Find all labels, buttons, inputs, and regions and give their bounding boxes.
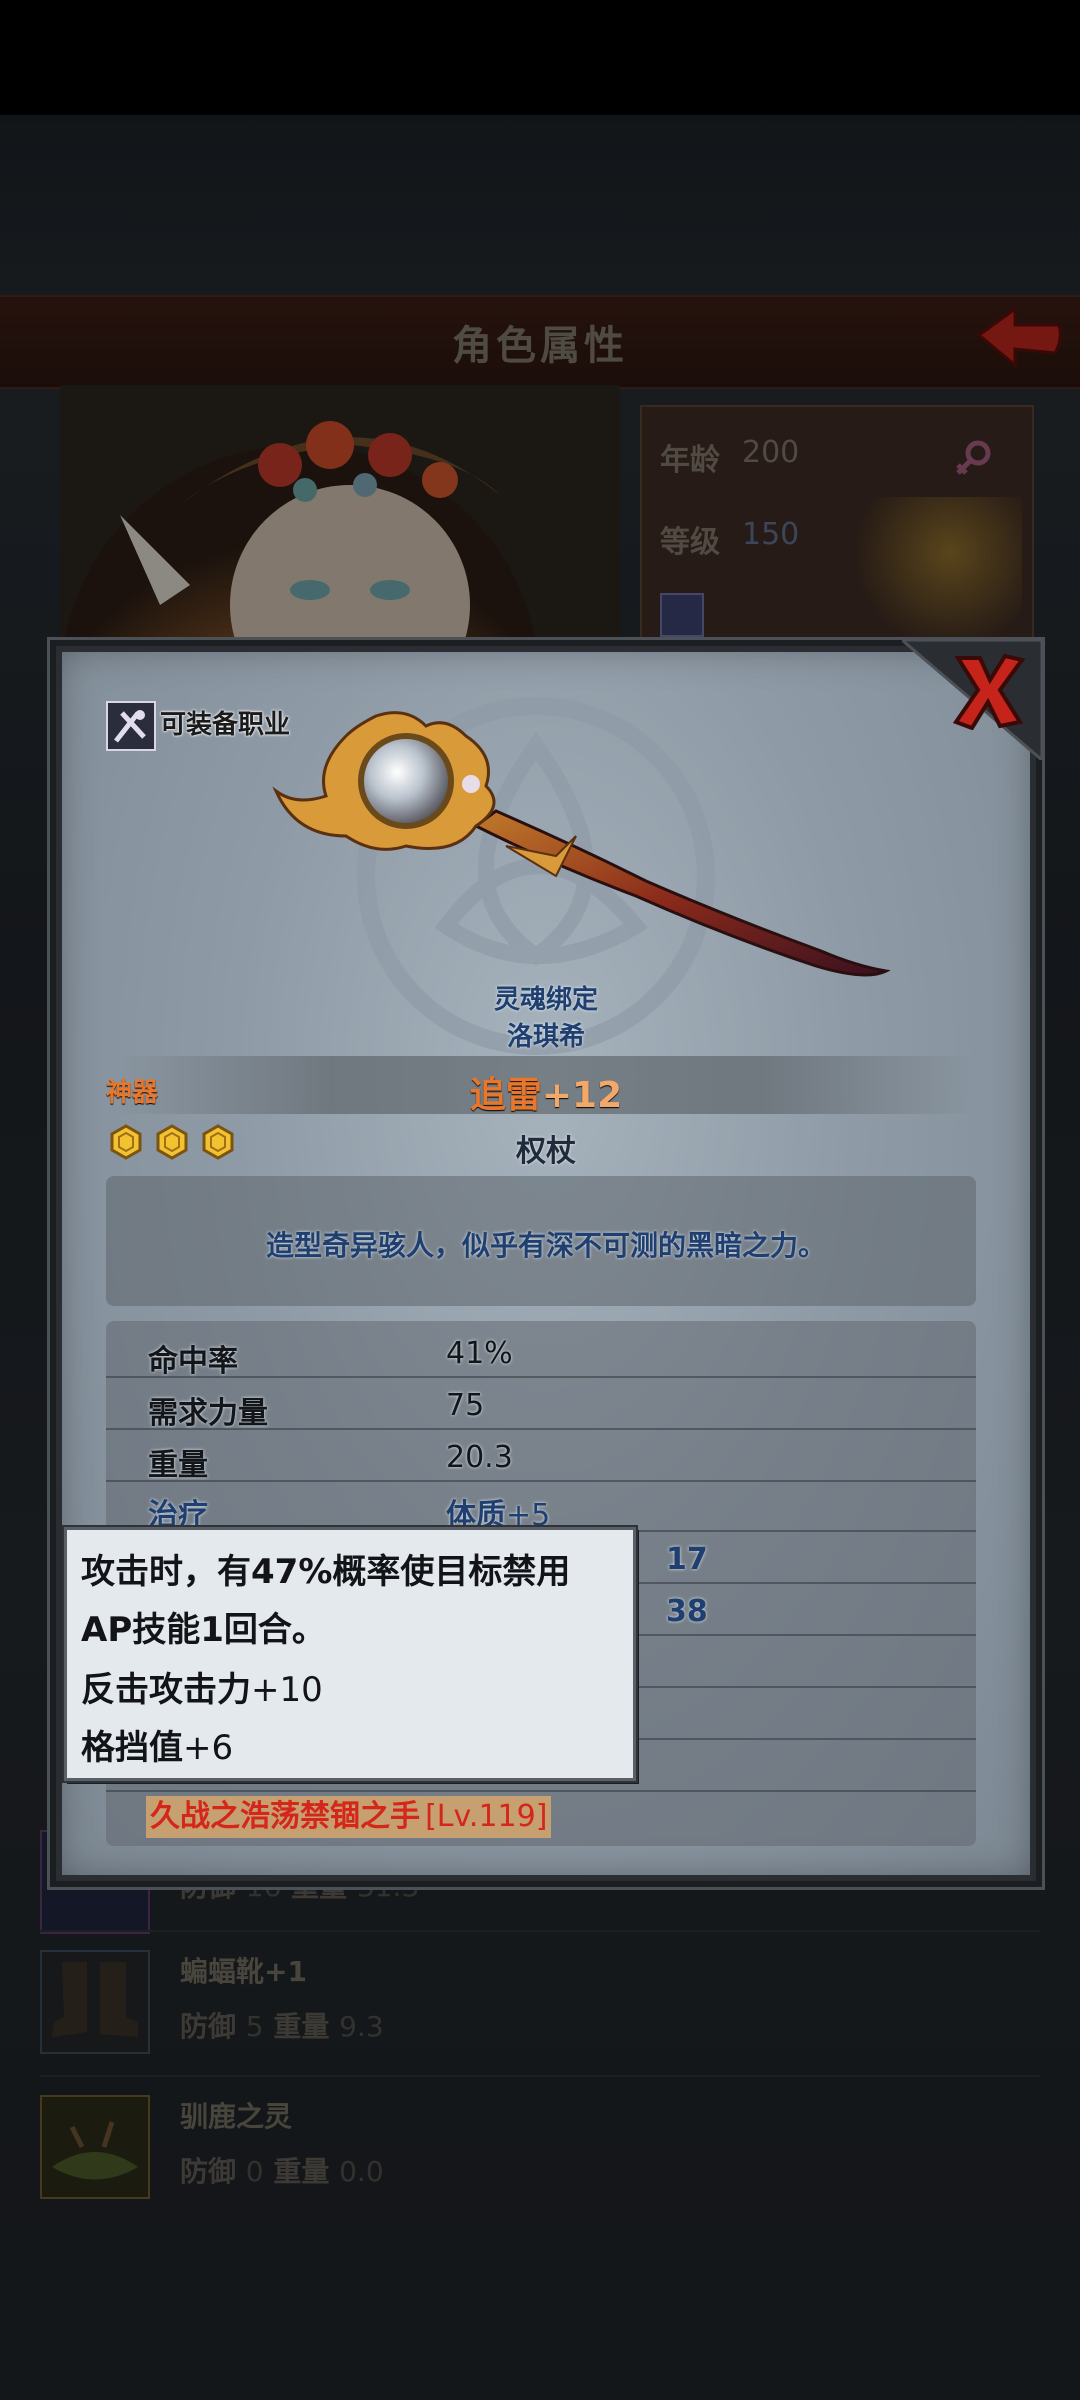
set-level: [Lv.119] bbox=[425, 1799, 548, 1834]
attribute-label: 需求力量 bbox=[148, 1396, 268, 1431]
status-bar bbox=[0, 0, 1080, 115]
item-name: 追雷+12 bbox=[56, 1066, 1036, 1118]
attribute-value-partial: 17 bbox=[666, 1542, 708, 1577]
tooltip-line: AP技能1回合。 bbox=[81, 1610, 326, 1650]
class-icon[interactable] bbox=[106, 701, 156, 751]
attribute-value: 75 bbox=[446, 1388, 485, 1423]
attribute-row: 重量 20.3 bbox=[106, 1430, 976, 1483]
navigation-bar bbox=[0, 2225, 1080, 2400]
soulbound-label: 灵魂绑定 bbox=[493, 985, 598, 1015]
set-name: 久战之浩荡禁锢之手 bbox=[150, 1799, 420, 1834]
tooltip-line: 格挡值+6 bbox=[81, 1728, 234, 1768]
enhance-level: +12 bbox=[541, 1075, 623, 1116]
item-description: 造型奇异骇人，似乎有深不可测的黑暗之力。 bbox=[265, 1229, 826, 1262]
item-type: 权杖 bbox=[516, 1134, 576, 1169]
item-base-name: 追雷 bbox=[469, 1075, 542, 1116]
attribute-value: 41% bbox=[446, 1336, 513, 1371]
attribute-value: 20.3 bbox=[446, 1440, 513, 1475]
set-bonus-label[interactable]: 久战之浩荡禁锢之手 [Lv.119] bbox=[146, 1796, 552, 1838]
attribute-row: 命中率 41% bbox=[106, 1326, 976, 1379]
attribute-row: 治疗 体质+5 bbox=[106, 1480, 976, 1533]
attribute-row: 需求力量 75 bbox=[106, 1378, 976, 1431]
soulbound-owner: 洛琪希 bbox=[506, 1022, 585, 1052]
attribute-label: 重量 bbox=[148, 1448, 208, 1483]
tooltip-line: 反击攻击力+10 bbox=[81, 1670, 323, 1710]
attribute-value-partial: 38 bbox=[666, 1594, 708, 1629]
staff-weapon-image bbox=[272, 711, 891, 977]
close-x-icon[interactable] bbox=[950, 650, 1026, 730]
effect-tooltip: 攻击时，有47%概率使目标禁用 AP技能1回合。 反击攻击力+10 格挡值+6 bbox=[64, 1527, 636, 1781]
tooltip-line: 攻击时，有47%概率使目标禁用 bbox=[81, 1552, 571, 1592]
attribute-label: 命中率 bbox=[148, 1344, 238, 1379]
